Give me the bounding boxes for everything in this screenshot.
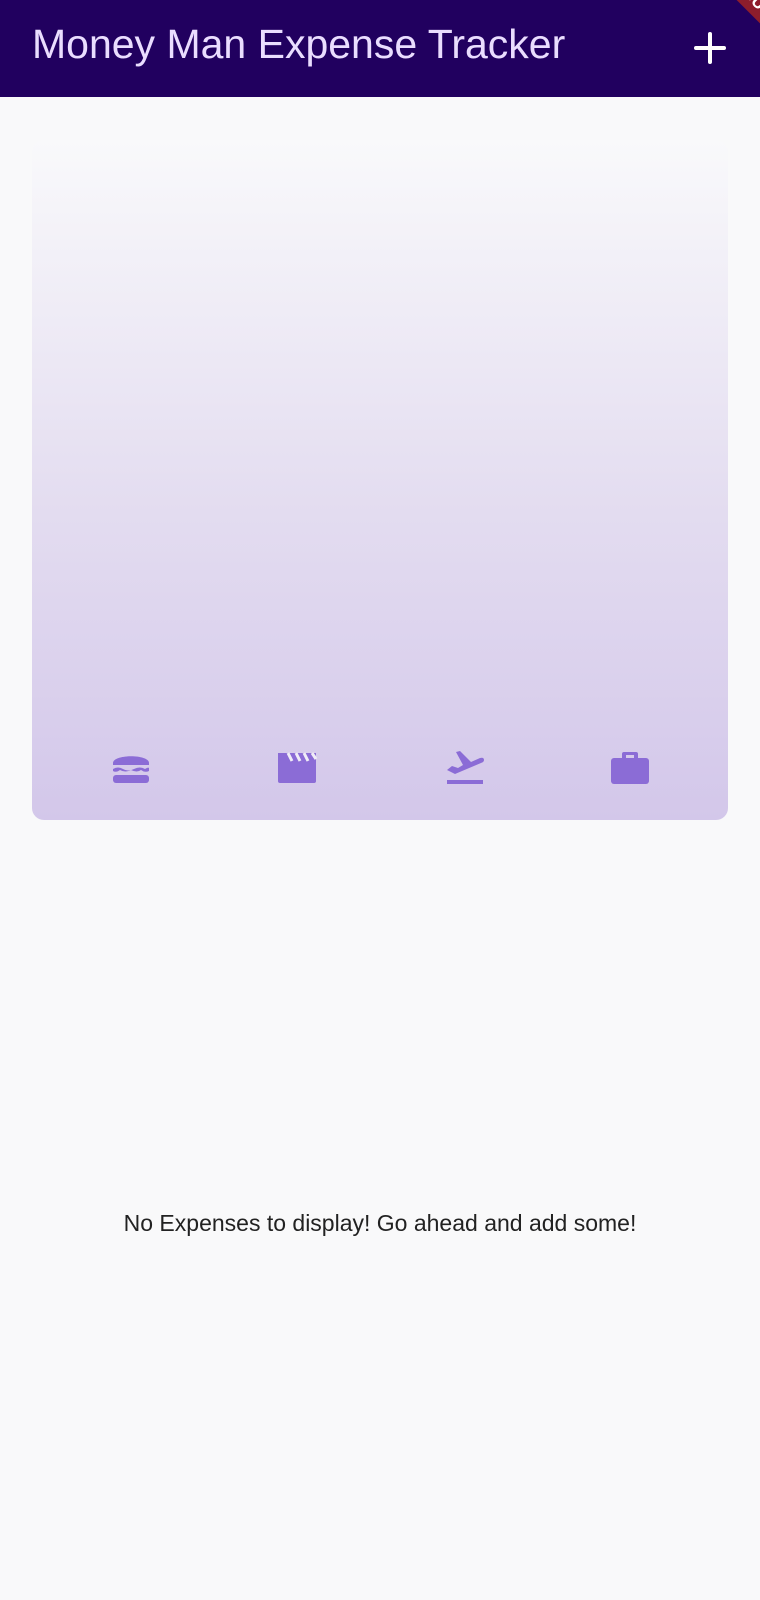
plus-icon — [694, 32, 726, 64]
flight-takeoff-icon — [447, 751, 484, 784]
movie-clapper-icon — [278, 752, 318, 783]
food-category-icon — [110, 746, 152, 788]
category-icon-row — [32, 746, 728, 788]
app-title: Money Man Expense Tracker — [32, 21, 566, 67]
briefcase-icon — [611, 752, 649, 784]
travel-category-icon — [443, 746, 485, 788]
burger-icon — [113, 756, 149, 783]
app-bar: Money Man Expense Tracker — [0, 0, 760, 97]
work-category-icon — [609, 746, 651, 788]
add-expense-button[interactable] — [684, 22, 736, 74]
expense-chart-card — [32, 140, 728, 820]
empty-expenses-message: No Expenses to display! Go ahead and add… — [123, 1210, 637, 1236]
leisure-category-icon — [276, 746, 318, 788]
